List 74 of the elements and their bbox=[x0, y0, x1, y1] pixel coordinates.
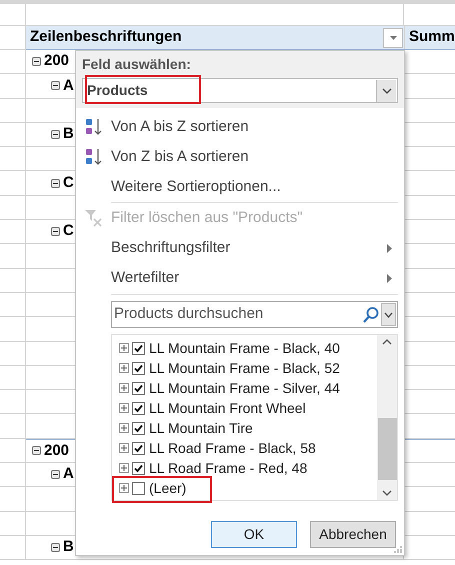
expand-icon[interactable] bbox=[119, 463, 129, 473]
checkmark-icon bbox=[134, 344, 143, 352]
menu-item[interactable]: Wertefilter bbox=[76, 263, 404, 293]
menu-item[interactable]: Weitere Sortieroptionen... bbox=[76, 172, 404, 202]
checkbox[interactable] bbox=[132, 382, 145, 394]
submenu-arrow-icon bbox=[387, 274, 392, 282]
checkbox[interactable] bbox=[132, 342, 145, 354]
row-label: 200 bbox=[44, 51, 70, 72]
chevron-down-icon bbox=[384, 312, 393, 318]
row-label: A bbox=[63, 76, 74, 96]
collapse-icon[interactable] bbox=[51, 470, 60, 480]
expand-icon[interactable] bbox=[119, 423, 129, 433]
list-item[interactable]: LL Mountain Frame - Silver, 44 bbox=[149, 378, 340, 398]
column-header: Summ bbox=[409, 27, 455, 48]
collapse-icon[interactable] bbox=[51, 543, 60, 552]
checkmark-icon bbox=[134, 424, 143, 432]
row-label: B bbox=[63, 124, 74, 144]
collapse-icon[interactable] bbox=[32, 57, 41, 66]
scroll-up-icon[interactable] bbox=[382, 339, 392, 345]
checkmark-icon bbox=[134, 364, 143, 372]
chevron-down-icon bbox=[382, 88, 392, 94]
scrollbar[interactable] bbox=[377, 335, 397, 500]
sort-ascending-icon bbox=[84, 117, 104, 137]
checkbox[interactable] bbox=[132, 402, 145, 414]
collapse-icon[interactable] bbox=[32, 446, 41, 456]
popup-title: Feld auswählen: bbox=[82, 55, 192, 74]
row-label: C bbox=[63, 221, 74, 242]
list-item[interactable]: LL Mountain Front Wheel bbox=[149, 398, 306, 418]
submenu-arrow-icon bbox=[387, 244, 392, 252]
search-field[interactable]: Products durchsuchen bbox=[111, 301, 398, 328]
menu-item[interactable]: Von Z bis A sortieren bbox=[76, 142, 404, 172]
collapse-icon[interactable] bbox=[51, 130, 60, 140]
checkbox[interactable] bbox=[132, 362, 145, 374]
list-item[interactable]: LL Road Frame - Red, 48 bbox=[149, 458, 308, 478]
expand-icon[interactable] bbox=[119, 403, 129, 413]
cancel-button[interactable]: Abbrechen bbox=[310, 521, 396, 548]
search-input[interactable]: Products durchsuchen bbox=[112, 303, 362, 326]
row-label: A bbox=[63, 464, 74, 484]
row-label: B bbox=[63, 537, 74, 558]
collapse-icon[interactable] bbox=[51, 81, 60, 90]
ok-button[interactable]: OK bbox=[211, 521, 297, 548]
checkmark-icon bbox=[134, 444, 143, 452]
filter-dropdown-button[interactable] bbox=[383, 28, 403, 48]
menu-item[interactable]: Von A bis Z sortieren bbox=[76, 112, 404, 142]
list-item[interactable]: LL Mountain Frame - Black, 40 bbox=[149, 338, 340, 358]
checkmark-icon bbox=[134, 464, 143, 472]
field-select[interactable]: Products bbox=[82, 78, 398, 103]
checkmark-icon bbox=[134, 384, 143, 392]
column-header: Zeilenbeschriftungen bbox=[30, 27, 182, 48]
checkbox[interactable] bbox=[132, 462, 145, 474]
expand-icon[interactable] bbox=[119, 443, 129, 453]
collapse-icon[interactable] bbox=[51, 227, 60, 236]
list-item[interactable]: LL Road Frame - Black, 58 bbox=[149, 438, 316, 458]
expand-icon[interactable] bbox=[119, 363, 129, 373]
caret-icon bbox=[390, 36, 396, 40]
menu-item[interactable]: Beschriftungsfilter bbox=[76, 233, 404, 263]
expand-icon[interactable] bbox=[119, 483, 129, 493]
checkbox[interactable] bbox=[132, 482, 145, 494]
search-icon bbox=[362, 306, 380, 324]
checkbox[interactable] bbox=[132, 442, 145, 454]
list-item[interactable]: LL Mountain Frame - Black, 52 bbox=[149, 358, 340, 378]
list-item[interactable]: (Leer) bbox=[149, 478, 186, 498]
clear-filter-icon bbox=[84, 208, 104, 228]
scroll-down-icon[interactable] bbox=[382, 490, 392, 496]
checkmark-icon bbox=[134, 404, 143, 412]
row-label: 200 bbox=[44, 440, 70, 461]
sort-descending-icon bbox=[84, 147, 104, 167]
expand-icon[interactable] bbox=[119, 343, 129, 353]
checkbox[interactable] bbox=[132, 422, 145, 434]
list-item[interactable]: LL Mountain Tire bbox=[149, 418, 253, 438]
expand-icon[interactable] bbox=[119, 383, 129, 393]
collapse-icon[interactable] bbox=[51, 178, 60, 188]
row-label: C bbox=[63, 172, 74, 193]
resize-grip-icon[interactable] bbox=[394, 545, 402, 553]
